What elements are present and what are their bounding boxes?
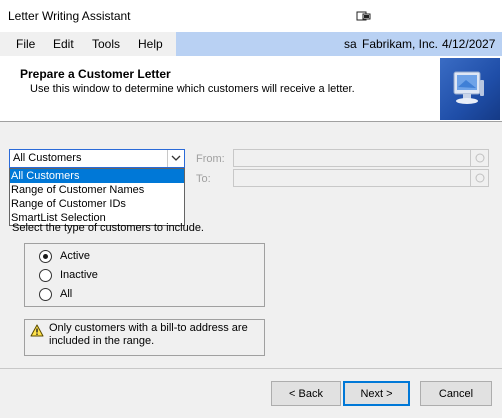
- to-label: To:: [196, 173, 211, 185]
- from-lookup-button: [470, 150, 488, 166]
- company-name: Fabrikam, Inc.: [362, 37, 439, 51]
- to-lookup-button: [470, 170, 488, 186]
- user-date: 4/12/2027: [442, 37, 496, 51]
- menu-file[interactable]: File: [16, 37, 35, 51]
- title-bar: Letter Writing Assistant: [0, 0, 502, 32]
- window-restore-icon[interactable]: [356, 10, 372, 22]
- next-button[interactable]: Next >: [343, 381, 410, 406]
- note-text: Only customers with a bill-to address ar…: [49, 322, 248, 347]
- from-field: [233, 149, 489, 167]
- window-header: Prepare a Customer Letter Use this windo…: [0, 56, 502, 122]
- radio-active-button[interactable]: [39, 250, 52, 263]
- menu-tools[interactable]: Tools: [92, 37, 120, 51]
- lookup-icon: [475, 173, 485, 183]
- range-dropdown-list: All Customers Range of Customer Names Ra…: [9, 168, 185, 226]
- cancel-button[interactable]: Cancel: [420, 381, 492, 406]
- header-art: [440, 58, 500, 120]
- range-dropdown-button[interactable]: [167, 150, 184, 167]
- user-name: sa: [344, 37, 357, 51]
- lookup-icon: [475, 153, 485, 163]
- menu-help[interactable]: Help: [138, 37, 163, 51]
- range-selected-value: All Customers: [13, 152, 82, 164]
- window-title: Letter Writing Assistant: [8, 9, 131, 23]
- menu-bar: File Edit Tools Help sa Fabrikam, Inc. 4…: [0, 32, 502, 56]
- note-box: Only customers with a bill-to address ar…: [24, 319, 265, 356]
- radio-all-button[interactable]: [39, 288, 52, 301]
- customer-type-group: Active Inactive All: [24, 243, 265, 307]
- radio-all-label: All: [60, 288, 73, 300]
- to-field: [233, 169, 489, 187]
- menu-edit[interactable]: Edit: [53, 37, 74, 51]
- session-info: sa Fabrikam, Inc. 4/12/2027: [176, 32, 502, 56]
- radio-inactive-label: Inactive: [60, 269, 98, 281]
- radio-active-label: Active: [60, 250, 90, 262]
- chevron-down-icon: [171, 155, 181, 161]
- from-label: From:: [196, 153, 225, 165]
- range-combo[interactable]: All Customers: [9, 149, 185, 168]
- range-option-customer-names[interactable]: Range of Customer Names: [10, 183, 184, 197]
- back-button[interactable]: < Back: [271, 381, 341, 406]
- page-description: Use this window to determine which custo…: [30, 83, 355, 95]
- radio-inactive-button[interactable]: [39, 269, 52, 282]
- range-option-all-customers[interactable]: All Customers: [10, 169, 184, 183]
- warning-icon: [30, 324, 44, 340]
- range-option-customer-ids[interactable]: Range of Customer IDs: [10, 197, 184, 211]
- customer-type-label: Select the type of customers to include.: [12, 222, 204, 234]
- monitor-icon: [453, 71, 484, 104]
- page-title: Prepare a Customer Letter: [20, 67, 171, 81]
